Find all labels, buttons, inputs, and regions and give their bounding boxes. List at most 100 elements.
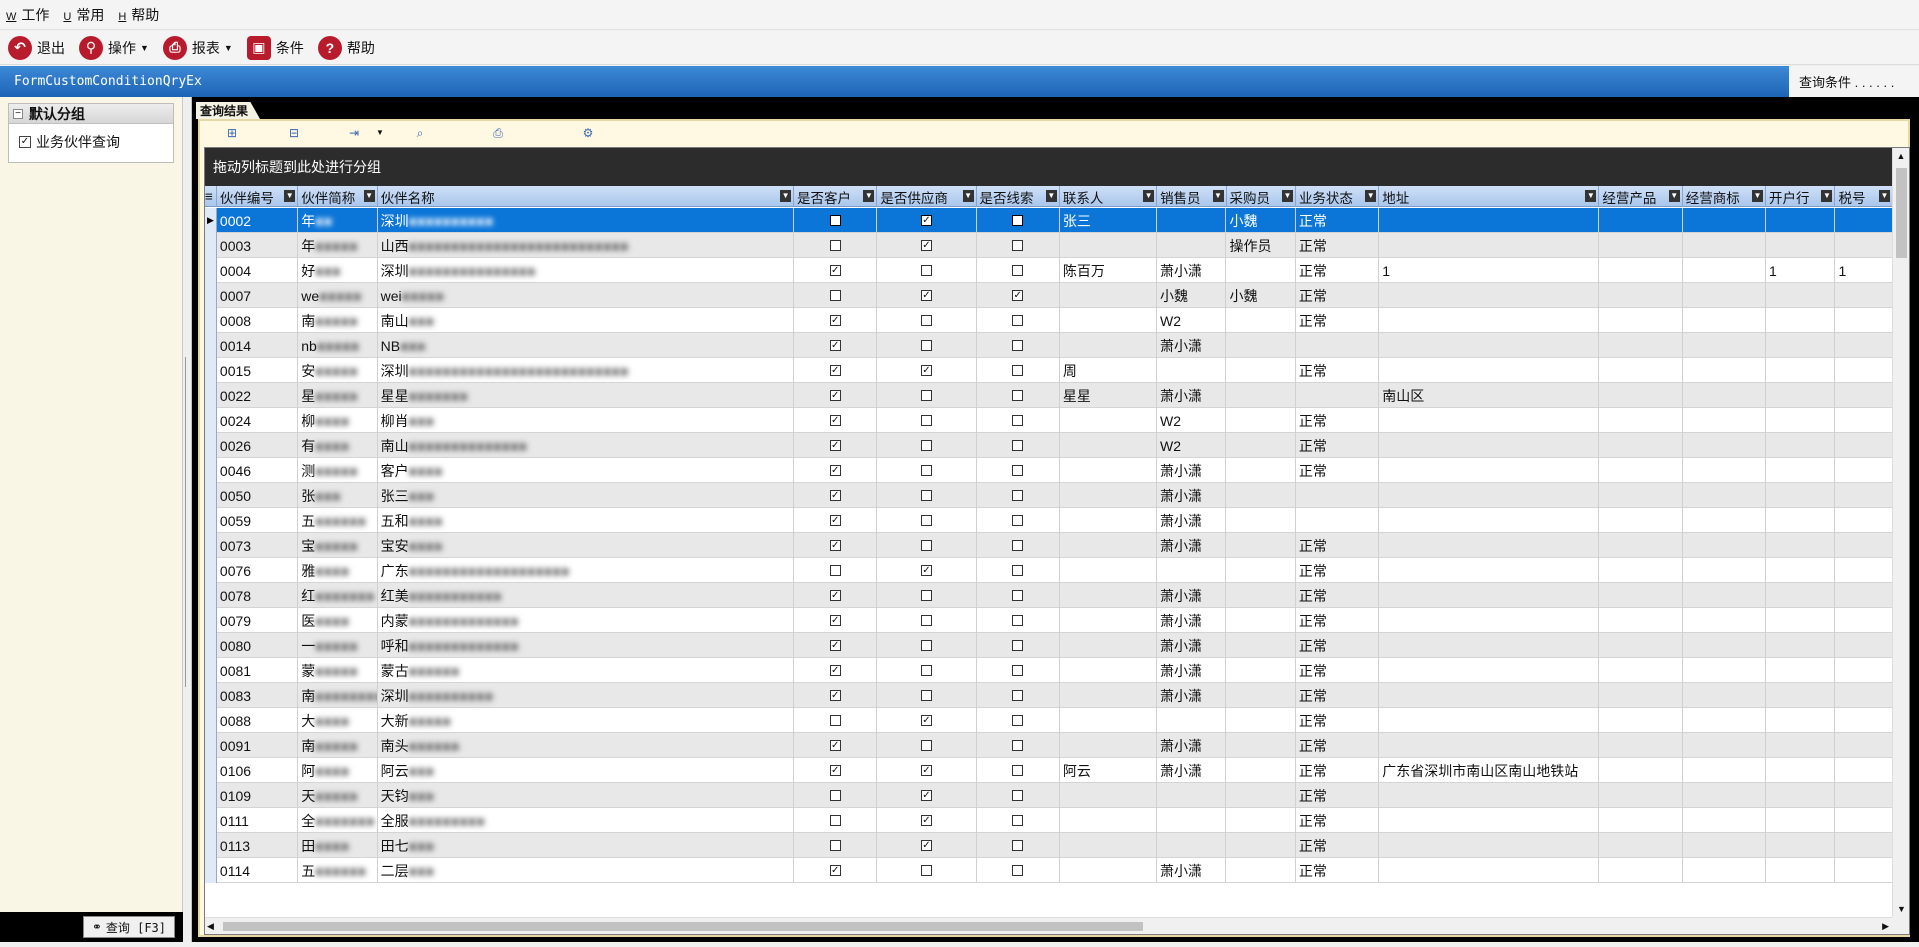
table-cell[interactable]: 正常 (1296, 658, 1380, 683)
table-cell[interactable] (1599, 208, 1683, 233)
table-cell[interactable] (1060, 483, 1158, 508)
table-cell[interactable]: 小魏 (1157, 283, 1227, 308)
checkbox[interactable]: ✓ (829, 740, 841, 751)
table-cell[interactable]: 南山■■■■■■■■■■■■■■ (378, 433, 795, 458)
table-cell[interactable] (1379, 733, 1600, 758)
scroll-thumb[interactable] (223, 922, 1143, 931)
table-cell[interactable]: 正常 (1296, 308, 1380, 333)
table-cell[interactable] (1835, 633, 1894, 658)
table-cell[interactable] (1683, 633, 1767, 658)
table-cell[interactable] (1379, 683, 1600, 708)
checkbox-cell[interactable]: ✓ (794, 483, 878, 508)
table-cell[interactable] (1226, 458, 1296, 483)
checkbox[interactable] (920, 440, 932, 451)
table-cell[interactable]: 正常 (1296, 708, 1380, 733)
table-cell[interactable] (1683, 233, 1767, 258)
table-cell[interactable]: 大■■■■ (298, 708, 378, 733)
checkbox[interactable]: ✓ (920, 290, 932, 301)
checkbox-cell[interactable]: ✓ (794, 258, 878, 283)
row-indicator[interactable]: ▶ (205, 208, 217, 233)
table-cell[interactable]: 年■■ (298, 208, 378, 233)
table-cell[interactable]: 萧小潇 (1157, 758, 1227, 783)
checkbox-cell[interactable] (977, 433, 1060, 458)
table-cell[interactable]: 操作员 (1226, 233, 1296, 258)
table-cell[interactable] (1599, 383, 1683, 408)
table-cell[interactable] (1599, 808, 1683, 833)
menu-work[interactable]: W 工作 (6, 5, 49, 25)
checkbox-cell[interactable] (977, 633, 1060, 658)
table-cell[interactable]: 南■■■■■ (298, 308, 378, 333)
checkbox-cell[interactable]: ✓ (794, 733, 878, 758)
checkbox-cell[interactable]: ✓ (794, 533, 878, 558)
checkbox[interactable] (829, 290, 841, 301)
filter-dropdown-icon[interactable]: ▼ (363, 190, 375, 202)
table-cell[interactable] (1835, 608, 1894, 633)
table-cell[interactable]: 正常 (1296, 633, 1380, 658)
table-cell[interactable]: 0091 (217, 733, 299, 758)
checkbox[interactable] (829, 215, 841, 226)
checkbox[interactable] (1012, 790, 1024, 801)
vertical-scrollbar[interactable]: ▲ ▼ (1892, 148, 1909, 918)
table-cell[interactable]: 正常 (1296, 283, 1380, 308)
table-cell[interactable]: 张三■■■ (378, 483, 795, 508)
row-indicator[interactable] (205, 233, 217, 258)
table-cell[interactable] (1766, 283, 1836, 308)
table-cell[interactable]: 测■■■■■ (298, 458, 378, 483)
checkbox[interactable] (829, 790, 841, 801)
table-cell[interactable]: W2 (1157, 408, 1227, 433)
checkbox[interactable]: ✓ (829, 390, 841, 401)
table-cell[interactable]: 雅■■■■ (298, 558, 378, 583)
table-cell[interactable]: 红美■■■■■■■■■■■ (378, 583, 795, 608)
table-cell[interactable]: 正常 (1296, 583, 1380, 608)
table-cell[interactable] (1683, 708, 1767, 733)
checkbox-cell[interactable]: ✓ (794, 583, 878, 608)
table-cell[interactable] (1379, 508, 1600, 533)
table-row[interactable]: ▶ 0002 年■■ 深圳■■■■■■■■■■ ✓ 张三 小魏 正常 (205, 208, 1894, 233)
table-cell[interactable]: 深圳■■■■■■■■■■ (378, 208, 795, 233)
table-cell[interactable] (1157, 558, 1227, 583)
table-cell[interactable]: 广东■■■■■■■■■■■■■■■■■■■ (378, 558, 795, 583)
table-cell[interactable] (1835, 383, 1894, 408)
table-cell[interactable]: 萧小潇 (1157, 458, 1227, 483)
checkbox[interactable] (829, 815, 841, 826)
table-cell[interactable] (1157, 358, 1227, 383)
table-cell[interactable] (1379, 783, 1600, 808)
checkbox[interactable] (1012, 465, 1024, 476)
checkbox[interactable]: ✓ (920, 215, 932, 226)
table-cell[interactable] (1766, 333, 1836, 358)
table-cell[interactable]: 内蒙■■■■■■■■■■■■■ (378, 608, 795, 633)
checkbox-cell[interactable]: ✓ (794, 333, 878, 358)
table-cell[interactable] (1379, 208, 1600, 233)
scroll-up-icon[interactable]: ▲ (1893, 148, 1909, 165)
table-cell[interactable]: 0078 (217, 583, 299, 608)
operate-button[interactable]: ⚲ 操作 ▼ (79, 35, 149, 60)
table-cell[interactable] (1766, 783, 1836, 808)
checkbox[interactable]: ✓ (920, 840, 932, 851)
table-row[interactable]: 0076 雅■■■■ 广东■■■■■■■■■■■■■■■■■■■ ✓ 正常 (205, 558, 1894, 583)
checkbox[interactable] (829, 840, 841, 851)
checkbox-cell[interactable]: ✓ (794, 633, 878, 658)
table-cell[interactable] (1157, 208, 1227, 233)
checkbox[interactable] (1012, 515, 1024, 526)
checkbox-cell[interactable]: ✓ (794, 358, 878, 383)
table-cell[interactable]: 0111 (217, 808, 299, 833)
checkbox[interactable]: ✓ (829, 465, 841, 476)
checkbox-cell[interactable] (877, 258, 977, 283)
table-row[interactable]: 0003 年■■■■■ 山西■■■■■■■■■■■■■■■■■■■■■■■■■■ ✓ 操… (205, 233, 1894, 258)
table-cell[interactable]: 萧小潇 (1157, 508, 1227, 533)
table-row[interactable]: 0081 蒙■■■■■ 蒙古■■■■■■ ✓ 萧小潇 正常 (205, 658, 1894, 683)
column-header[interactable]: 经营商标 ▼ (1683, 186, 1767, 207)
table-row[interactable]: 0015 安■■■■■ 深圳■■■■■■■■■■■■■■■■■■■■■■■■■■ ✓ ✓… (205, 358, 1894, 383)
checkbox-cell[interactable] (877, 408, 977, 433)
checkbox[interactable]: ✓ (829, 515, 841, 526)
table-cell[interactable] (1683, 558, 1767, 583)
table-cell[interactable] (1599, 583, 1683, 608)
row-indicator[interactable] (205, 658, 217, 683)
table-cell[interactable] (1683, 333, 1767, 358)
table-cell[interactable] (1599, 733, 1683, 758)
checkbox[interactable]: ✓ (829, 665, 841, 676)
table-cell[interactable] (1226, 333, 1296, 358)
table-cell[interactable]: 阿云■■■ (378, 758, 795, 783)
table-cell[interactable] (1766, 758, 1836, 783)
table-cell[interactable]: 年■■■■■ (298, 233, 378, 258)
